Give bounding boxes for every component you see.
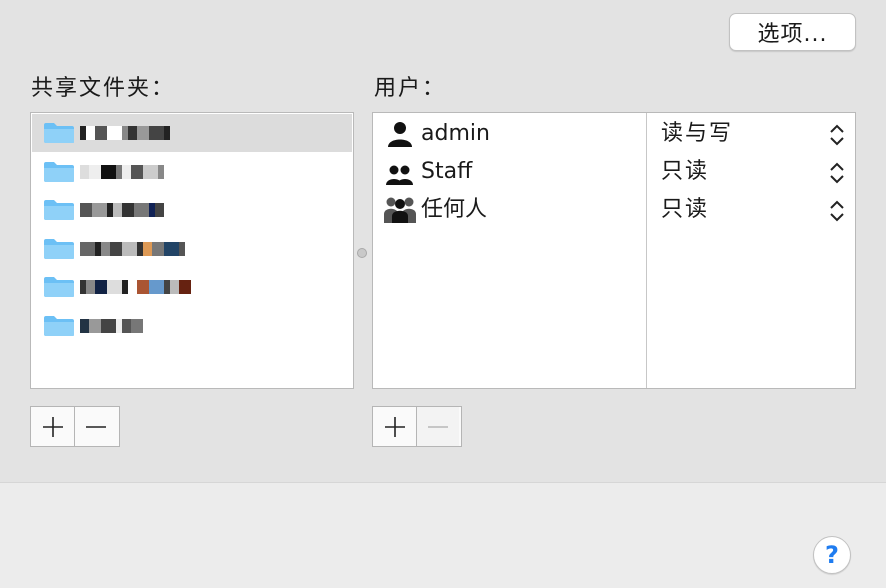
- pixelated-block: [80, 164, 89, 179]
- minus-icon: [86, 425, 106, 428]
- pixelated-block: [107, 126, 122, 140]
- pixelated-block: [128, 280, 137, 294]
- user-row-staff[interactable]: Staff 只读: [373, 153, 855, 191]
- user-name: 任何人: [421, 197, 488, 222]
- folder-icon: [44, 315, 74, 336]
- user-row-admin[interactable]: admin 读与写: [373, 115, 855, 153]
- footer: [0, 483, 886, 588]
- pixelated-block: [179, 280, 191, 294]
- folder-list-item[interactable]: [32, 307, 352, 345]
- pixelated-block: [95, 280, 107, 294]
- shared-folders-label: 共享文件夹：: [31, 76, 176, 101]
- group-icon: [386, 165, 413, 185]
- pixelated-block: [86, 126, 95, 140]
- sharing-panel: 选项... 共享文件夹： 用户： admin 读与写 Staff 只读 任何人 …: [0, 0, 886, 483]
- folder-icon: [44, 161, 74, 182]
- pixelated-block: [107, 280, 122, 294]
- pixelated-block: [101, 318, 116, 333]
- pixelated-block: [80, 203, 92, 217]
- user-name: Staff: [421, 159, 473, 184]
- pixelated-block: [122, 203, 134, 217]
- pixelated-block: [152, 241, 164, 256]
- folder-icon: [44, 277, 74, 297]
- pixelated-block: [89, 164, 101, 179]
- folder-icon: [44, 200, 74, 220]
- folder-list-item[interactable]: [32, 114, 352, 152]
- pixelated-block: [155, 203, 164, 217]
- pixelated-block: [89, 318, 101, 333]
- permission-select[interactable]: 只读: [661, 158, 709, 186]
- pixelated-block: [179, 241, 185, 256]
- pixelated-block: [122, 318, 131, 333]
- obscured-folder-name: [80, 123, 170, 143]
- up-down-chevron-icon[interactable]: [829, 122, 845, 148]
- pixelated-block: [80, 241, 95, 256]
- folder-list-item[interactable]: [32, 268, 352, 306]
- pixelated-block: [149, 280, 164, 294]
- permission-select[interactable]: 读与写: [661, 120, 733, 148]
- pixelated-block: [80, 318, 89, 333]
- splitter-handle[interactable]: [357, 248, 367, 258]
- obscured-folder-name: [80, 316, 143, 336]
- permission-select[interactable]: 只读: [661, 196, 709, 224]
- obscured-folder-name: [80, 200, 164, 220]
- pixelated-block: [164, 241, 179, 256]
- add-folder-button[interactable]: [31, 407, 74, 446]
- everyone-icon: [384, 197, 416, 223]
- pixelated-block: [113, 203, 122, 217]
- users-permissions-table[interactable]: admin 读与写 Staff 只读 任何人 只读: [372, 112, 856, 389]
- remove-folder-button[interactable]: [74, 407, 117, 446]
- obscured-folder-name: [80, 277, 191, 297]
- add-user-button[interactable]: [373, 407, 416, 446]
- pixelated-block: [143, 241, 152, 256]
- folder-list-item[interactable]: [32, 153, 352, 191]
- shared-folders-add-remove: [30, 406, 120, 447]
- folder-icon: [44, 238, 74, 259]
- up-down-chevron-icon[interactable]: [829, 160, 845, 186]
- pixelated-block: [95, 126, 107, 140]
- pixelated-block: [110, 241, 122, 256]
- pixelated-block: [131, 164, 143, 179]
- folder-list-item[interactable]: [32, 191, 352, 229]
- plus-icon: [384, 416, 405, 437]
- up-down-chevron-icon[interactable]: [829, 198, 845, 224]
- pixelated-block: [158, 164, 164, 179]
- pixelated-block: [134, 203, 149, 217]
- user-name: admin: [421, 121, 490, 146]
- pixelated-block: [128, 126, 137, 140]
- pixelated-block: [101, 164, 116, 179]
- folder-list-item[interactable]: [32, 230, 352, 268]
- obscured-folder-name: [80, 239, 185, 259]
- minus-icon: [428, 425, 448, 428]
- users-add-remove: [372, 406, 462, 447]
- pixelated-block: [137, 126, 149, 140]
- pixelated-block: [122, 241, 137, 256]
- remove-user-button[interactable]: [416, 407, 459, 446]
- user-row-everyone[interactable]: 任何人 只读: [373, 191, 855, 229]
- users-label: 用户：: [374, 76, 447, 101]
- pixelated-block: [92, 203, 107, 217]
- pixelated-block: [131, 318, 143, 333]
- pixelated-block: [122, 164, 131, 179]
- pixelated-block: [164, 126, 170, 140]
- pixelated-block: [170, 280, 179, 294]
- shared-folders-list[interactable]: [30, 112, 354, 389]
- obscured-folder-name: [80, 162, 164, 182]
- pixelated-block: [143, 164, 158, 179]
- help-button[interactable]: ?: [813, 536, 851, 574]
- plus-icon: [42, 416, 63, 437]
- pixelated-block: [101, 241, 110, 256]
- single-user-icon: [388, 122, 412, 147]
- pixelated-block: [137, 280, 149, 294]
- pixelated-block: [86, 280, 95, 294]
- options-button[interactable]: 选项...: [729, 13, 856, 51]
- pixelated-block: [149, 126, 164, 140]
- folder-icon: [44, 123, 74, 143]
